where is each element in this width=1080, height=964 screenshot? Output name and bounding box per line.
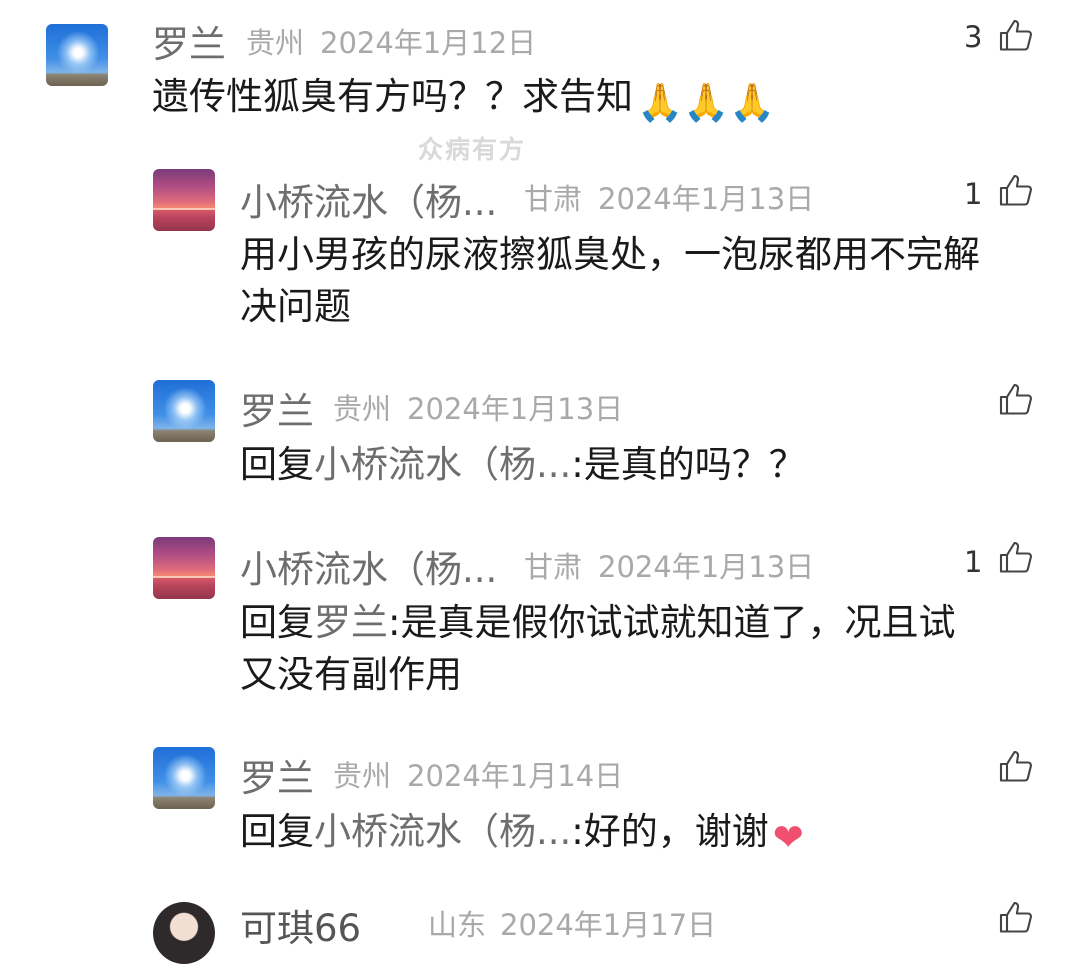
thumbs-up-icon[interactable] (998, 749, 1034, 785)
comment-text-line2: 又没有副作用 (240, 653, 462, 696)
reply-prefix: 回复 (240, 601, 314, 644)
comment-body: :好的，谢谢 (571, 810, 769, 853)
comment-date: 2024年1月13日 (598, 182, 815, 216)
commenter-location: 贵州 (333, 759, 392, 793)
comment-text: 遗传性狐臭有方吗？？求告知 🙏🙏🙏 (152, 70, 775, 130)
comment-text: 回复小桥流水（杨...:好的，谢谢 ❤ (240, 805, 804, 865)
avatar[interactable] (153, 537, 215, 599)
comment-text-line1: 用小男孩的尿液擦狐臭处，一泡尿都用不完解 (240, 233, 980, 276)
avatar[interactable] (46, 24, 108, 86)
comment-body: :是真的吗？？ (571, 443, 806, 486)
comment-date: 2024年1月17日 (500, 908, 717, 942)
reply-mention-link[interactable]: 罗兰 (314, 601, 388, 644)
commenter-name[interactable]: 小桥流水（杨... (240, 539, 497, 593)
comment-date: 2024年1月13日 (407, 392, 624, 426)
comment-text: 回复小桥流水（杨...:是真的吗？？ (240, 438, 806, 492)
comment-text-line1: 回复罗兰:是真是假你试试就知道了，况且试 (240, 596, 955, 650)
comment-date: 2024年1月13日 (598, 550, 815, 584)
thumbs-up-icon[interactable] (998, 900, 1034, 936)
thumbs-up-icon[interactable] (998, 540, 1034, 576)
commenter-name[interactable]: 小桥流水（杨... (240, 172, 497, 226)
comment-body: 遗传性狐臭有方吗？？求告知 (152, 75, 633, 118)
reply-mention-link[interactable]: 小桥流水（杨... (314, 810, 571, 853)
heart-emoji-icon: ❤ (772, 816, 804, 859)
thumbs-up-icon[interactable] (998, 382, 1034, 418)
like-count: 1 (964, 177, 983, 211)
comment-date: 2024年1月12日 (320, 26, 537, 60)
commenter-name[interactable]: 罗兰 (240, 381, 314, 435)
comment-body: :是真是假你试试就知道了，况且试 (388, 601, 956, 644)
like-count: 3 (964, 20, 983, 54)
commenter-name[interactable]: 可琪66 (240, 898, 361, 952)
avatar[interactable] (153, 902, 215, 964)
comment-text-line2: 决问题 (240, 285, 351, 328)
reply-prefix: 回复 (240, 810, 314, 853)
avatar[interactable] (153, 747, 215, 809)
commenter-location: 贵州 (246, 26, 305, 60)
avatar[interactable] (153, 380, 215, 442)
thumbs-up-icon[interactable] (998, 18, 1034, 54)
commenter-location: 甘肃 (524, 182, 583, 216)
reply-mention-link[interactable]: 小桥流水（杨... (314, 443, 571, 486)
reply-prefix: 回复 (240, 443, 314, 486)
commenter-location: 山东 (428, 908, 487, 942)
watermark: 众病有方 (418, 135, 527, 164)
pray-emoji-icon: 🙏🙏🙏 (637, 81, 776, 124)
thumbs-up-icon[interactable] (998, 173, 1034, 209)
commenter-name[interactable]: 罗兰 (240, 748, 314, 802)
commenter-name[interactable]: 罗兰 (152, 14, 226, 68)
avatar[interactable] (153, 169, 215, 231)
commenter-location: 贵州 (333, 392, 392, 426)
comment-date: 2024年1月14日 (407, 759, 624, 793)
commenter-location: 甘肃 (524, 550, 583, 584)
like-count: 1 (964, 545, 983, 579)
